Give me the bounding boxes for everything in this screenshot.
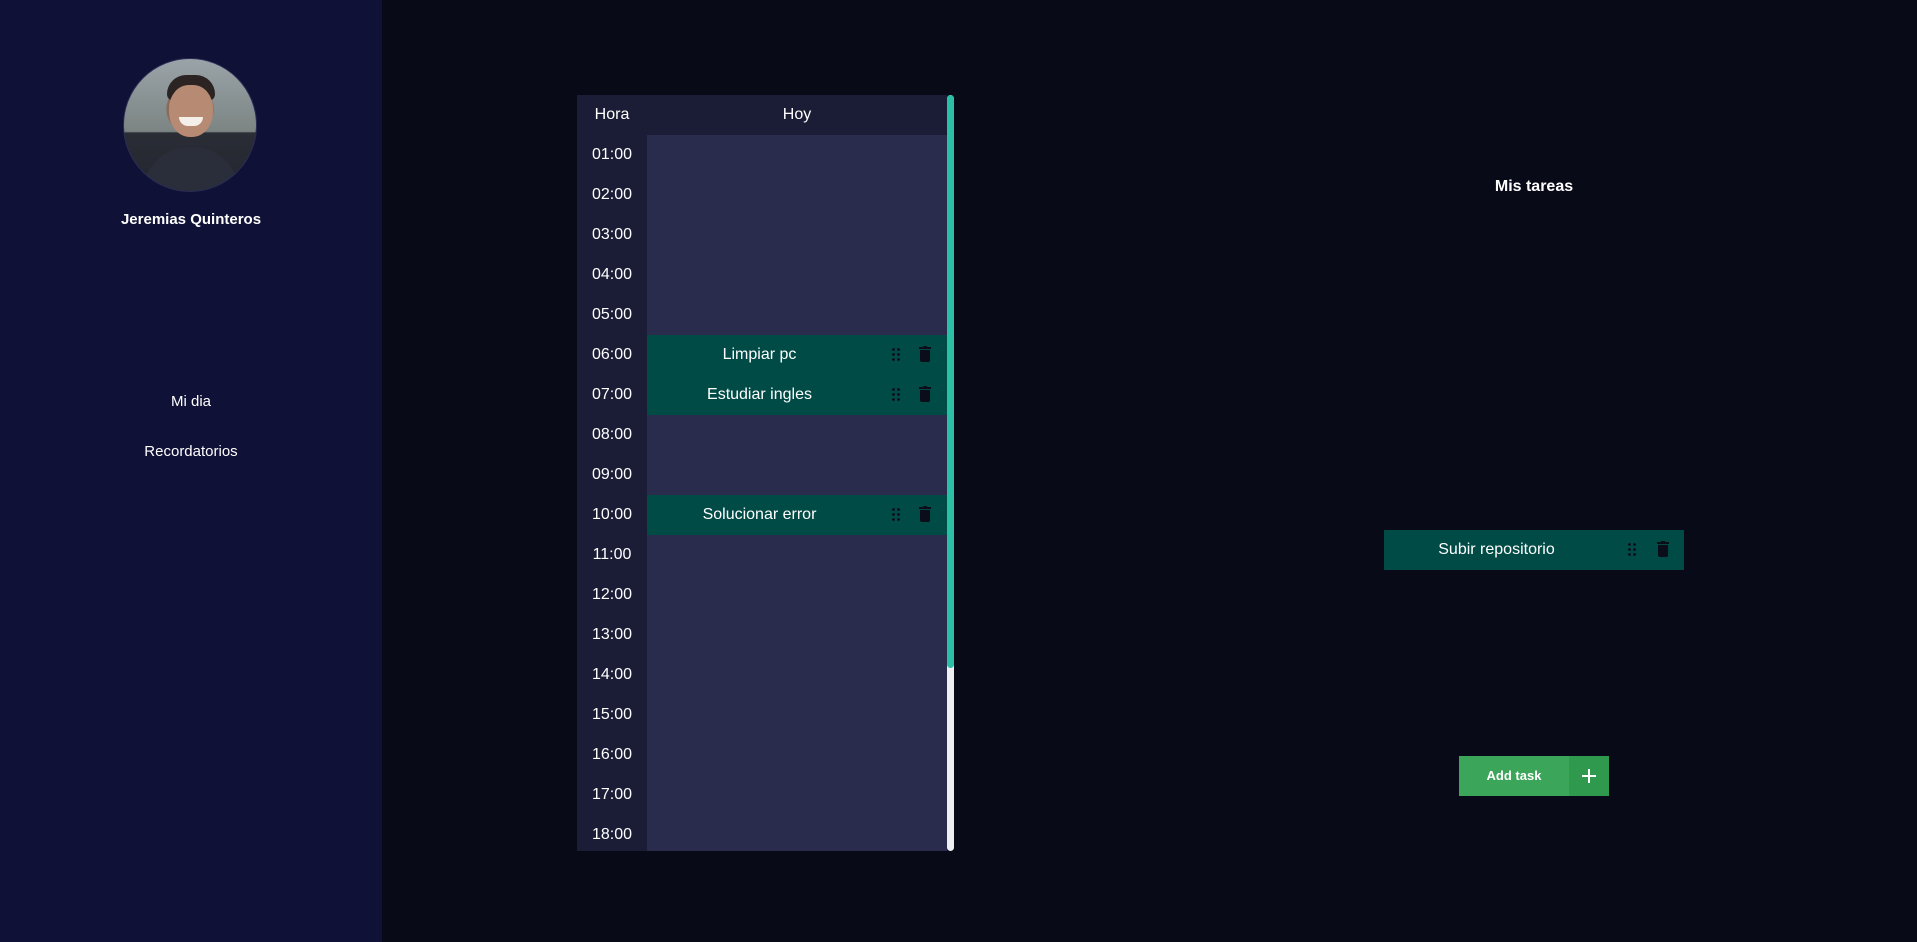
hour-label: 03:00	[591, 226, 633, 243]
hour-row: 12:00	[577, 575, 947, 615]
schedule-header: Hora Hoy	[577, 95, 947, 135]
hour-row: 16:00	[577, 735, 947, 775]
trash-icon[interactable]	[919, 506, 931, 522]
trash-icon[interactable]	[1657, 541, 1669, 557]
hour-column-header: Hora	[594, 106, 630, 123]
hour-label: 08:00	[591, 426, 633, 443]
hour-row: 09:00	[577, 455, 947, 495]
hour-row: 06:00 Limpiar pc	[577, 335, 947, 375]
hour-row: 04:00	[577, 255, 947, 295]
hour-label: 06:00	[591, 346, 633, 363]
task-title: Estudiar ingles	[707, 386, 812, 403]
scheduled-task[interactable]: Limpiar pc	[647, 335, 947, 375]
hour-label: 05:00	[591, 306, 633, 323]
task-title: Solucionar error	[702, 506, 817, 523]
drag-handle-icon[interactable]	[1627, 542, 1637, 556]
schedule-scrollbar[interactable]	[947, 95, 954, 851]
hour-row: 02:00	[577, 175, 947, 215]
trash-icon[interactable]	[919, 346, 931, 362]
hour-row: 18:00	[577, 815, 947, 851]
sidebar: Jeremias Quinteros Mi dia Recordatorios	[0, 0, 382, 942]
my-tasks-title: Mis tareas	[1494, 178, 1574, 195]
task-title: Subir repositorio	[1438, 541, 1555, 558]
plus-icon	[1569, 756, 1609, 796]
hour-row: 10:00 Solucionar error	[577, 495, 947, 535]
hour-label: 12:00	[591, 586, 633, 603]
hour-row: 07:00 Estudiar ingles	[577, 375, 947, 415]
drag-handle-icon[interactable]	[891, 507, 901, 521]
pending-task-card[interactable]: Subir repositorio	[1384, 530, 1684, 570]
hour-row: 08:00	[577, 415, 947, 455]
trash-icon[interactable]	[919, 386, 931, 402]
drag-handle-icon[interactable]	[891, 387, 901, 401]
hour-row: 14:00	[577, 655, 947, 695]
hour-label: 04:00	[591, 266, 633, 283]
hour-label: 10:00	[591, 506, 633, 523]
hour-row: 13:00	[577, 615, 947, 655]
scheduled-task[interactable]: Solucionar error	[647, 495, 947, 535]
hour-label: 07:00	[591, 386, 633, 403]
add-task-label: Add task	[1486, 768, 1542, 783]
add-task-button[interactable]: Add task	[1459, 756, 1609, 796]
hour-label: 13:00	[591, 626, 633, 643]
scheduled-task[interactable]: Estudiar ingles	[647, 375, 947, 415]
drag-handle-icon[interactable]	[891, 347, 901, 361]
day-column-header: Hoy	[782, 106, 812, 123]
task-title: Limpiar pc	[722, 346, 797, 363]
hour-row: 15:00	[577, 695, 947, 735]
hour-label: 09:00	[591, 466, 633, 483]
hour-label: 18:00	[591, 826, 633, 843]
hour-label: 17:00	[591, 786, 633, 803]
hour-row: 03:00	[577, 215, 947, 255]
hour-row: 11:00	[577, 535, 947, 575]
hour-label: 16:00	[591, 746, 633, 763]
nav-item-recordatorios[interactable]: Recordatorios	[0, 443, 382, 460]
hour-label: 11:00	[592, 546, 632, 563]
hour-row: 17:00	[577, 775, 947, 815]
hour-row: 01:00	[577, 135, 947, 175]
hour-label: 01:00	[591, 146, 633, 163]
nav-item-mi-dia[interactable]: Mi dia	[0, 393, 382, 410]
avatar	[123, 58, 257, 192]
day-schedule: Hora Hoy 01:00 02:00 03:00 04:00 05:00 06:00 L…	[577, 95, 947, 851]
scrollbar-thumb[interactable]	[947, 95, 954, 668]
user-name: Jeremias Quinteros	[120, 211, 262, 228]
hour-row: 05:00	[577, 295, 947, 335]
hour-label: 15:00	[591, 706, 633, 723]
hour-label: 14:00	[591, 666, 633, 683]
hour-label: 02:00	[591, 186, 633, 203]
